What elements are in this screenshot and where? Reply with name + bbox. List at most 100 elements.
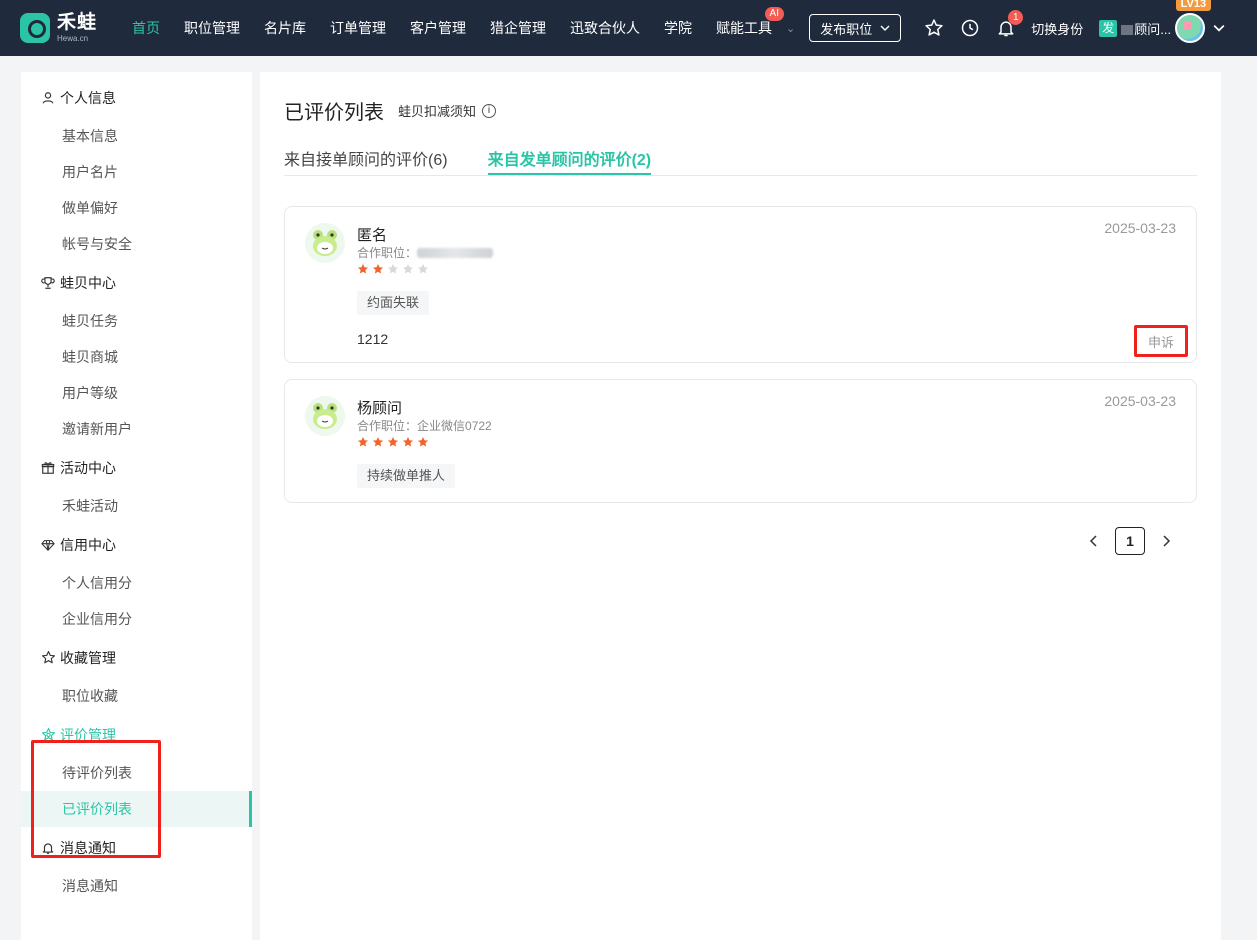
ai-badge: AI — [764, 7, 784, 21]
cooperation-position: 合作职位： 企业微信0722 — [357, 417, 492, 434]
star-filled-icon — [373, 264, 383, 274]
trophy-icon — [40, 275, 56, 291]
logo-subtitle: Hewa.cn — [57, 34, 89, 43]
sidebar-item-messages[interactable]: 消息通知 — [21, 868, 252, 904]
reviewer-name: 杨顾问 — [357, 400, 403, 417]
frog-avatar-icon — [305, 223, 345, 263]
sidebar-item-invite-users[interactable]: 邀请新用户 — [21, 411, 252, 447]
sidebar-item-wabei-tasks[interactable]: 蛙贝任务 — [21, 303, 252, 339]
sidebar-item-basic-info[interactable]: 基本信息 — [21, 118, 252, 154]
publish-job-label: 发布职位 — [820, 21, 873, 37]
sidebar-item-user-level[interactable]: 用户等级 — [21, 375, 252, 411]
position-value: 企业微信0722 — [417, 419, 492, 433]
review-content: 1212 — [357, 331, 389, 347]
appeal-button[interactable]: 申诉 — [1134, 325, 1188, 357]
sidebar-group-label: 活动中心 — [60, 459, 116, 476]
nav-item-cards[interactable]: 名片库 — [252, 0, 318, 56]
sidebar-item-job-favorites[interactable]: 职位收藏 — [21, 678, 252, 714]
review-tabs: 来自接单顾问的评价(6) 来自发单顾问的评价(2) — [284, 146, 1197, 176]
publish-job-button[interactable]: 发布职位 — [809, 14, 902, 42]
sidebar-item-personal-credit[interactable]: 个人信用分 — [21, 565, 252, 601]
review-card: 匿名 合作职位： 约面失联 1212 2025-03-23 申诉 — [284, 206, 1197, 363]
blurred-position-value — [417, 247, 494, 258]
sidebar-group-reviews[interactable]: 评价管理 — [21, 714, 252, 755]
avatar[interactable] — [1175, 13, 1206, 43]
logo-name: 禾蛙 — [57, 12, 98, 33]
prev-page-button[interactable] — [1079, 527, 1109, 555]
next-page-button[interactable] — [1151, 527, 1181, 555]
user-menu[interactable]: 发 顾问... LV13 — [1099, 0, 1225, 43]
sidebar-group-label: 消息通知 — [60, 839, 116, 856]
person-icon — [40, 90, 56, 106]
sidebar-group-messages[interactable]: 消息通知 — [21, 827, 252, 868]
nav-item-orders[interactable]: 订单管理 — [318, 0, 398, 56]
review-tag: 持续做单推人 — [357, 464, 456, 488]
star-filled-icon — [358, 264, 368, 274]
sidebar-group-personal[interactable]: 个人信息 — [21, 77, 252, 118]
sidebar-item-account-security[interactable]: 帐号与安全 — [21, 226, 252, 262]
deduction-notice-link[interactable]: 蛙贝扣减须知 i — [398, 101, 497, 120]
page-number-button[interactable]: 1 — [1115, 527, 1145, 555]
logo[interactable]: 禾蛙 Hewa.cn — [20, 13, 112, 43]
star-filled-icon — [373, 437, 383, 447]
switch-identity-link[interactable]: 切换身份 — [1031, 19, 1083, 38]
review-card: 杨顾问 合作职位： 企业微信0722 持续做单推人 2025-03-23 — [284, 379, 1197, 503]
review-date: 2025-03-23 — [1104, 220, 1176, 236]
sidebar-item-completed-reviews[interactable]: 已评价列表 — [21, 791, 252, 827]
nav-item-partners[interactable]: 迅致合伙人 — [558, 0, 652, 56]
chevron-down-icon — [880, 25, 890, 31]
nav-item-home[interactable]: 首页 — [120, 0, 172, 56]
sidebar-item-pending-reviews[interactable]: 待评价列表 — [21, 755, 252, 791]
bell-icon — [40, 840, 56, 856]
nav-item-jobs[interactable]: 职位管理 — [172, 0, 252, 56]
sidebar-item-order-preference[interactable]: 做单偏好 — [21, 190, 252, 226]
tab-from-posting-consultants[interactable]: 来自发单顾问的评价(2) — [487, 146, 652, 175]
nav-item-headhunters[interactable]: 猎企管理 — [478, 0, 558, 56]
star-filled-icon — [358, 437, 368, 447]
nav-item-clients[interactable]: 客户管理 — [398, 0, 478, 56]
sidebar-group-label: 信用中心 — [60, 536, 116, 553]
sidebar-item-company-credit[interactable]: 企业信用分 — [21, 601, 252, 637]
sidebar-item-hewa-activity[interactable]: 禾蛙活动 — [21, 488, 252, 524]
star-rating — [357, 436, 432, 448]
sidebar-group-label: 个人信息 — [60, 89, 116, 106]
sidebar-group-label: 蛙贝中心 — [60, 274, 116, 291]
sidebar-group-activity[interactable]: 活动中心 — [21, 447, 252, 488]
review-icon — [40, 727, 56, 743]
page-title: 已评价列表 — [284, 102, 384, 124]
clock-icon[interactable] — [959, 17, 981, 39]
review-date: 2025-03-23 — [1104, 393, 1176, 409]
sidebar-item-user-card[interactable]: 用户名片 — [21, 154, 252, 190]
top-navigation-bar: 禾蛙 Hewa.cn 首页 职位管理 名片库 订单管理 客户管理 猎企管理 迅致… — [0, 0, 1257, 56]
chevron-left-icon — [1089, 535, 1097, 547]
chevron-down-icon[interactable] — [1213, 22, 1225, 34]
nav-menu: 首页 职位管理 名片库 订单管理 客户管理 猎企管理 迅致合伙人 学院 赋能工具… — [120, 0, 803, 56]
star-empty-icon — [418, 264, 428, 274]
pagination: 1 — [1079, 527, 1181, 555]
star-outline-icon — [40, 650, 56, 666]
star-empty-icon — [403, 264, 413, 274]
sidebar-group-favorites[interactable]: 收藏管理 — [21, 637, 252, 678]
chevron-down-icon[interactable]: ⌄ — [786, 22, 795, 35]
sidebar-group-wabei[interactable]: 蛙贝中心 — [21, 262, 252, 303]
sidebar: 个人信息 基本信息 用户名片 做单偏好 帐号与安全 蛙贝中心 蛙贝任务 蛙贝商城… — [21, 72, 252, 940]
star-filled-icon — [418, 437, 428, 447]
diamond-icon — [40, 537, 56, 553]
star-filled-icon — [388, 437, 398, 447]
position-label: 合作职位： — [357, 246, 418, 260]
frog-avatar-icon — [305, 396, 345, 436]
bell-icon[interactable]: 1 — [995, 10, 1024, 39]
user-name: 顾问... — [1121, 19, 1171, 38]
sidebar-group-credit[interactable]: 信用中心 — [21, 524, 252, 565]
tab-from-receiving-consultants[interactable]: 来自接单顾问的评价(6) — [284, 146, 448, 175]
cooperation-position: 合作职位： — [357, 244, 494, 261]
nav-item-academy[interactable]: 学院 — [652, 0, 704, 56]
sidebar-item-wabei-mall[interactable]: 蛙贝商城 — [21, 339, 252, 375]
sidebar-group-label: 收藏管理 — [60, 649, 116, 666]
star-icon[interactable] — [923, 17, 945, 39]
gift-icon — [40, 460, 56, 476]
star-filled-icon — [403, 437, 413, 447]
reviewer-name: 匿名 — [357, 227, 388, 244]
info-icon: i — [482, 103, 497, 118]
nav-item-tools[interactable]: 赋能工具 AI — [704, 0, 784, 56]
